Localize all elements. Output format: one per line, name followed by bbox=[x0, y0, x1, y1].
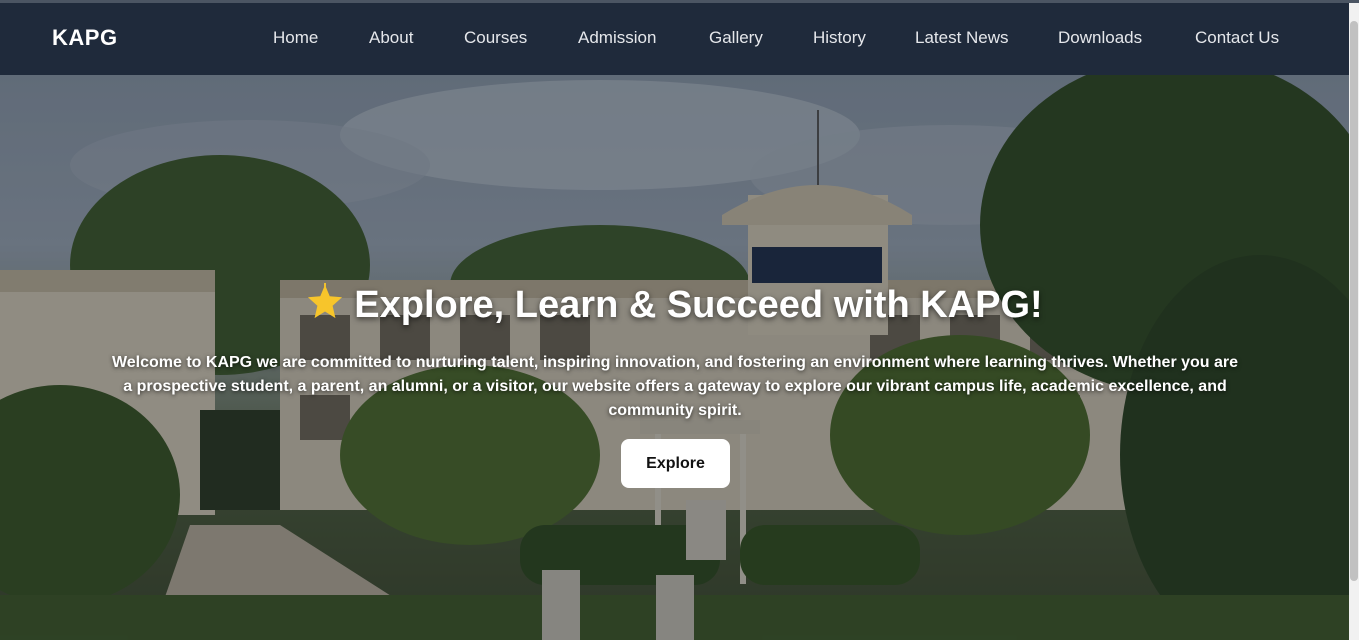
hero-title: Explore, Learn & Succeed with KAPG! bbox=[0, 283, 1349, 327]
nav-history[interactable]: History bbox=[813, 28, 866, 48]
nav-links: Home About Courses Admission Gallery His… bbox=[0, 3, 1349, 75]
nav-about[interactable]: About bbox=[369, 28, 413, 48]
nav-downloads[interactable]: Downloads bbox=[1058, 28, 1142, 48]
nav-courses[interactable]: Courses bbox=[464, 28, 527, 48]
nav-home[interactable]: Home bbox=[273, 28, 318, 48]
explore-button[interactable]: Explore bbox=[621, 439, 730, 488]
nav-latest-news[interactable]: Latest News bbox=[915, 28, 1009, 48]
page-scrollbar[interactable] bbox=[1349, 3, 1359, 640]
hero-description: Welcome to KAPG we are committed to nurt… bbox=[111, 354, 1239, 419]
star-icon bbox=[308, 283, 343, 319]
nav-contact-us[interactable]: Contact Us bbox=[1195, 28, 1279, 48]
hero-section: Explore, Learn & Succeed with KAPG! Welc… bbox=[0, 75, 1349, 640]
hero-title-text: Explore, Learn & Succeed with KAPG! bbox=[354, 284, 1043, 326]
navbar: KAPG Home About Courses Admission Galler… bbox=[0, 3, 1349, 75]
nav-gallery[interactable]: Gallery bbox=[709, 28, 763, 48]
scrollbar-thumb[interactable] bbox=[1350, 21, 1358, 581]
nav-admission[interactable]: Admission bbox=[578, 28, 656, 48]
